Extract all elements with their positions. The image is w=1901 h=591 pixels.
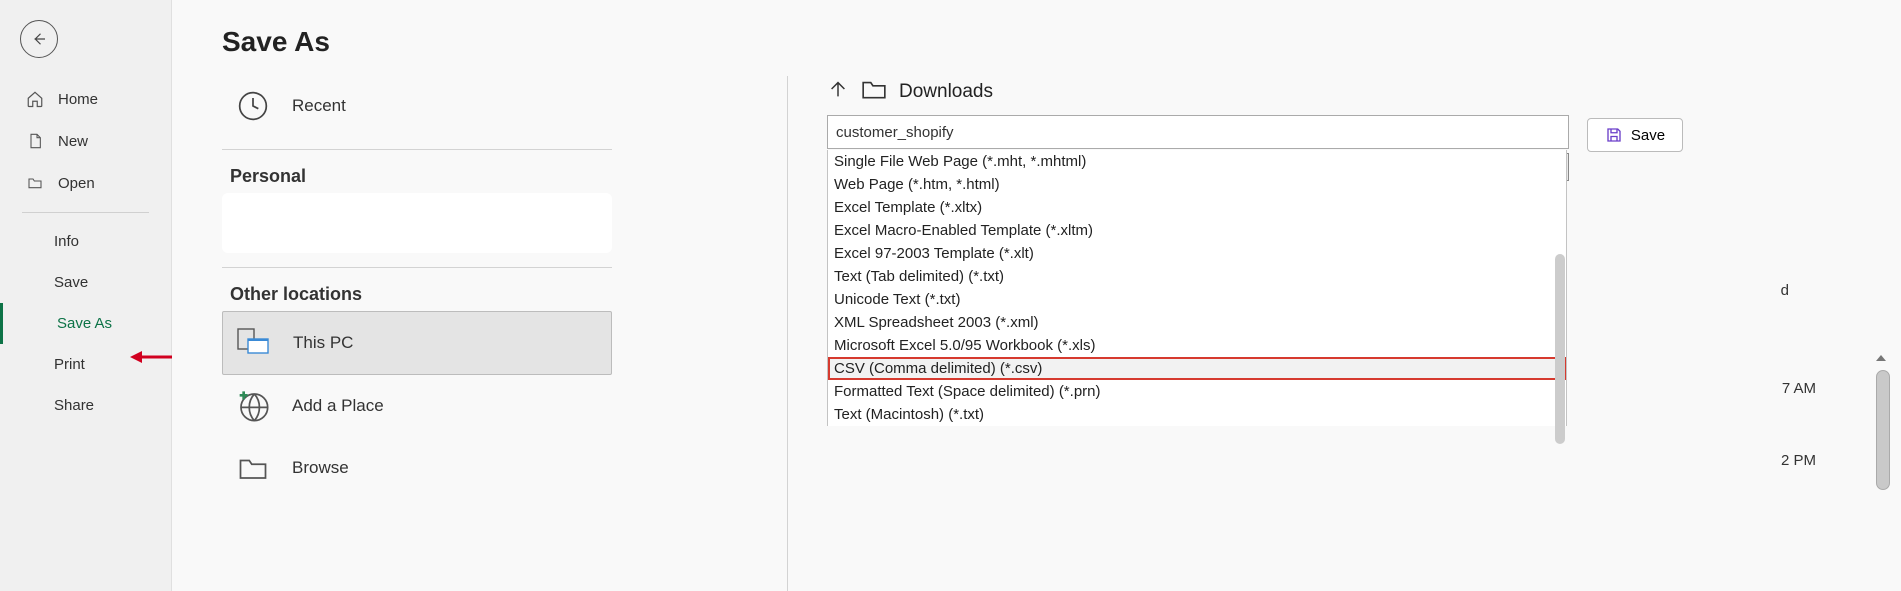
location-recent[interactable]: Recent (222, 75, 612, 137)
save-button-label: Save (1631, 127, 1665, 144)
page-title: Save As (222, 26, 1901, 58)
folder-icon (861, 78, 887, 105)
location-this-pc[interactable]: This PC (222, 311, 612, 375)
back-button[interactable] (20, 20, 58, 58)
nav-label: Home (58, 91, 98, 108)
file-modified-time: 7 AM (1782, 380, 1816, 397)
locations-column: Recent Personal Other locations This PC … (222, 75, 612, 499)
save-icon (1605, 126, 1623, 144)
dropdown-scrollbar[interactable] (1555, 254, 1565, 444)
clock-icon (236, 89, 270, 123)
caret-up-icon (1873, 350, 1889, 366)
save-as-page: Save As Recent Personal Other locations … (172, 0, 1901, 591)
nav-label: Print (54, 356, 85, 373)
filetype-option[interactable]: Single File Web Page (*.mht, *.mhtml) (828, 150, 1566, 173)
save-button[interactable]: Save (1587, 118, 1683, 152)
nav-new[interactable]: New (0, 120, 171, 162)
nav-share[interactable]: Share (0, 385, 171, 426)
divider (222, 149, 612, 150)
scroll-up-button[interactable] (1873, 350, 1889, 371)
location-label: Browse (292, 458, 349, 478)
filetype-option[interactable]: Text (Macintosh) (*.txt) (828, 403, 1566, 426)
this-pc-icon (237, 326, 271, 360)
location-label: Recent (292, 96, 346, 116)
nav-save-as[interactable]: Save As (0, 303, 171, 344)
file-modified-time: 2 PM (1781, 452, 1816, 469)
filetype-option[interactable]: Formatted Text (Space delimited) (*.prn) (828, 380, 1566, 403)
nav-save[interactable]: Save (0, 262, 171, 303)
nav-info[interactable]: Info (0, 221, 171, 262)
arrow-left-icon (30, 30, 48, 48)
nav-print[interactable]: Print (0, 344, 171, 385)
divider (222, 267, 612, 268)
current-folder-label[interactable]: Downloads (899, 81, 993, 103)
other-locations-header: Other locations (230, 284, 612, 305)
filetype-option[interactable]: Excel 97-2003 Template (*.xlt) (828, 242, 1566, 265)
nav-label: Open (58, 175, 95, 192)
location-add-place[interactable]: Add a Place (222, 375, 612, 437)
file-list-header-fragment: d (1781, 282, 1789, 299)
location-browse[interactable]: Browse (222, 437, 612, 499)
location-label: This PC (293, 333, 353, 353)
folder-open-icon (26, 174, 44, 192)
filetype-options-list: Single File Web Page (*.mht, *.mhtml) We… (827, 150, 1567, 426)
filetype-option[interactable]: Web Page (*.htm, *.html) (828, 173, 1566, 196)
filetype-option[interactable]: Unicode Text (*.txt) (828, 288, 1566, 311)
nav-home[interactable]: Home (0, 78, 171, 120)
filetype-option[interactable]: Excel Template (*.xltx) (828, 196, 1566, 219)
nav-label: New (58, 133, 88, 150)
backstage-sidebar: Home New Open Info Save Save As Print Sh… (0, 0, 172, 591)
add-place-icon (236, 389, 270, 423)
nav-label: Save As (57, 315, 112, 332)
filename-input[interactable] (827, 115, 1569, 149)
arrow-up-icon (827, 78, 849, 100)
filetype-option[interactable]: Microsoft Excel 5.0/95 Workbook (*.xls) (828, 334, 1566, 357)
breadcrumb: Downloads (827, 78, 1677, 105)
up-folder-button[interactable] (827, 78, 849, 105)
folder-icon (236, 451, 270, 485)
document-icon (26, 132, 44, 150)
personal-header: Personal (230, 166, 612, 187)
personal-account-box[interactable] (222, 193, 612, 253)
nav-label: Share (54, 397, 94, 414)
nav-label: Info (54, 233, 79, 250)
nav-open[interactable]: Open (0, 162, 171, 204)
scrollbar-thumb[interactable] (1876, 370, 1890, 490)
filetype-option-highlighted[interactable]: CSV (Comma delimited) (*.csv) (828, 357, 1566, 380)
filetype-option[interactable]: XML Spreadsheet 2003 (*.xml) (828, 311, 1566, 334)
filetype-option[interactable]: Excel Macro-Enabled Template (*.xltm) (828, 219, 1566, 242)
filetype-option[interactable]: Text (Tab delimited) (*.txt) (828, 265, 1566, 288)
home-icon (26, 90, 44, 108)
nav-label: Save (54, 274, 88, 291)
column-divider (787, 76, 788, 591)
nav-divider (22, 212, 149, 213)
location-label: Add a Place (292, 396, 384, 416)
save-panel: Downloads CSV (Comma delimited) (*.csv) … (827, 78, 1677, 181)
